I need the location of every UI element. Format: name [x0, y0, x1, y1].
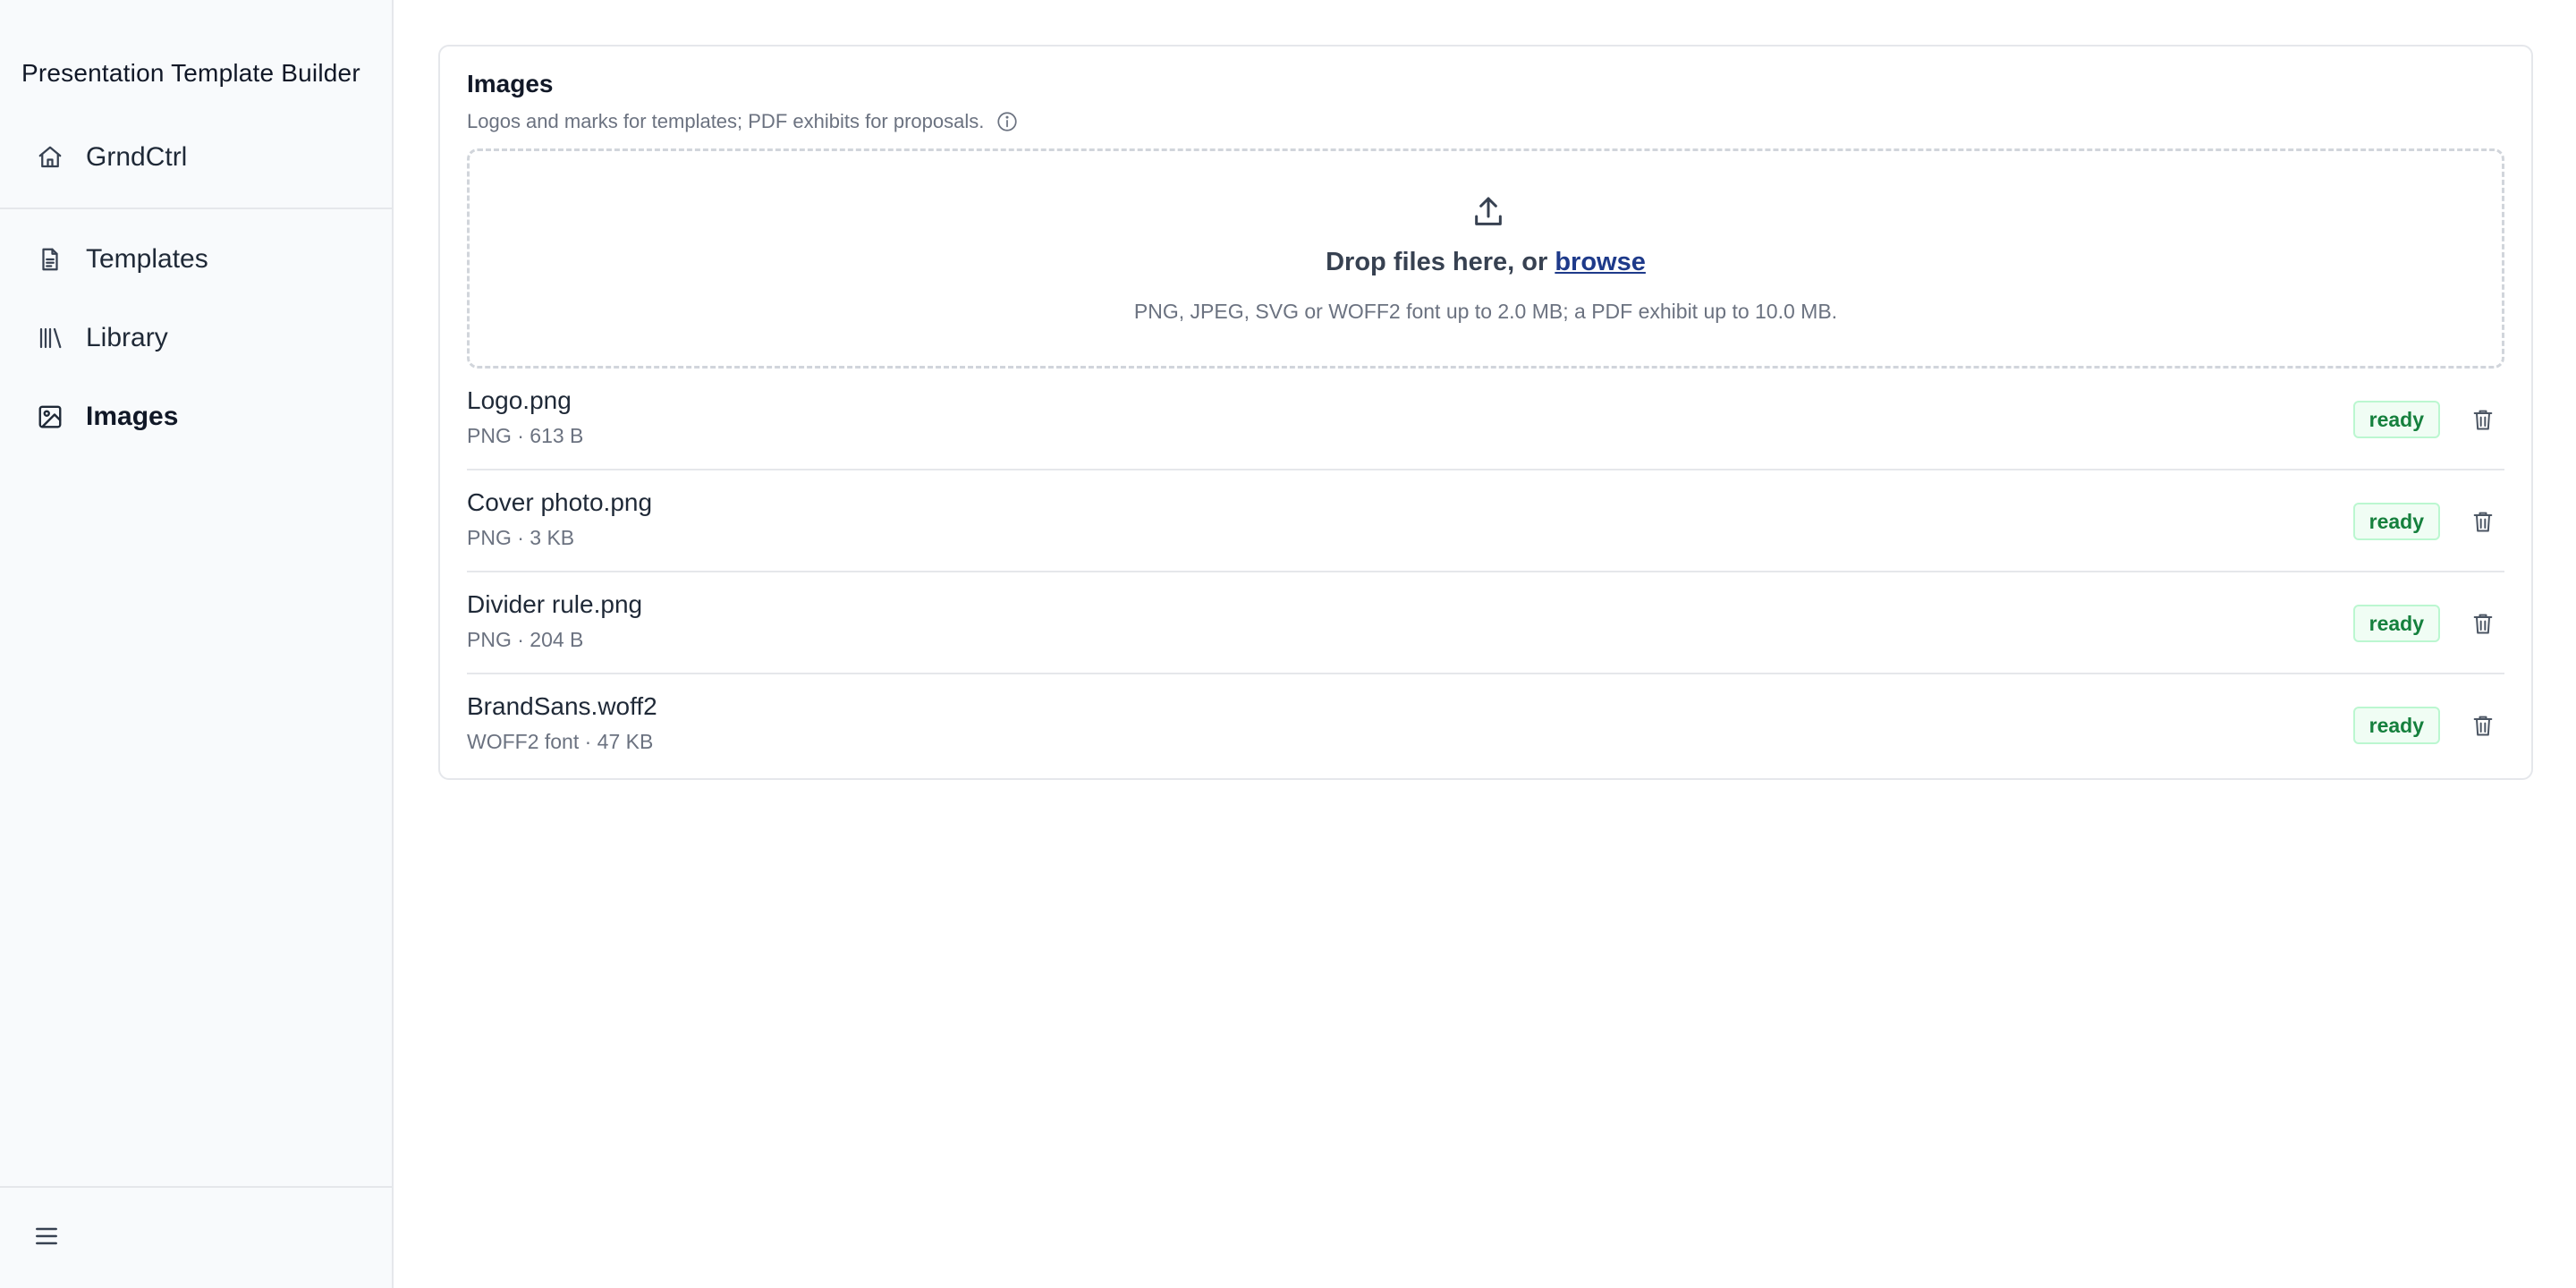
- trash-icon[interactable]: [2467, 606, 2499, 640]
- sidebar-item-label: Templates: [86, 244, 208, 274]
- file-meta: PNG · 204 B: [467, 628, 584, 651]
- card-subtitle: Logos and marks for templates; PDF exhib…: [467, 109, 1020, 134]
- upload-icon: [1470, 194, 1506, 230]
- sidebar-item-images[interactable]: Images: [36, 394, 376, 440]
- file-row: Logo.png PNG · 613 B ready: [467, 369, 2504, 470]
- file-name: BrandSans.woff2: [467, 692, 657, 720]
- status-badge: ready: [2352, 503, 2440, 540]
- status-badge: ready: [2352, 707, 2440, 744]
- sidebar-item-library[interactable]: Library: [36, 315, 376, 361]
- file-name: Divider rule.png: [467, 590, 643, 618]
- trash-icon[interactable]: [2467, 708, 2499, 742]
- file-row: Divider rule.png PNG · 204 B ready: [467, 572, 2504, 674]
- document-icon: [36, 245, 64, 274]
- home-icon: [36, 143, 64, 172]
- image-icon: [36, 402, 64, 431]
- hamburger-menu-icon[interactable]: [30, 1220, 63, 1252]
- sidebar-divider: [0, 1186, 392, 1188]
- status-badge: ready: [2352, 605, 2440, 642]
- app-title: Presentation Template Builder: [21, 59, 360, 87]
- library-icon: [36, 324, 64, 352]
- file-row: Cover photo.png PNG · 3 KB ready: [467, 470, 2504, 572]
- status-badge: ready: [2352, 401, 2440, 438]
- trash-icon[interactable]: [2467, 504, 2499, 538]
- dropzone-prompt: Drop files here, or browse: [470, 248, 2502, 277]
- trash-icon[interactable]: [2467, 402, 2499, 436]
- sidebar-item-label: Images: [86, 402, 179, 431]
- sidebar-item-workspace[interactable]: GrndCtrl: [36, 134, 376, 181]
- file-meta: PNG · 613 B: [467, 424, 584, 447]
- file-name: Logo.png: [467, 386, 572, 414]
- file-meta: WOFF2 font · 47 KB: [467, 730, 654, 753]
- file-dropzone[interactable]: Drop files here, or browse PNG, JPEG, SV…: [467, 148, 2504, 369]
- images-card: Images Logos and marks for templates; PD…: [438, 45, 2533, 780]
- sidebar: Presentation Template Builder GrndCtrl T…: [0, 0, 394, 1288]
- file-list: Logo.png PNG · 613 B ready Cover photo.p…: [467, 369, 2504, 776]
- page-title: Images: [467, 70, 554, 97]
- browse-link[interactable]: browse: [1555, 248, 1646, 276]
- dropzone-hint: PNG, JPEG, SVG or WOFF2 font up to 2.0 M…: [1133, 300, 1838, 323]
- file-meta: PNG · 3 KB: [467, 526, 575, 549]
- sidebar-item-label: GrndCtrl: [86, 142, 188, 172]
- sidebar-divider: [0, 208, 392, 209]
- file-name: Cover photo.png: [467, 488, 653, 516]
- sidebar-item-templates[interactable]: Templates: [36, 236, 376, 283]
- card-subtitle-text: Logos and marks for templates; PDF exhib…: [467, 110, 985, 132]
- file-row: BrandSans.woff2 WOFF2 font · 47 KB ready: [467, 674, 2504, 776]
- dropzone-prompt-text: Drop files here, or: [1326, 248, 1555, 276]
- info-icon[interactable]: [995, 109, 1020, 134]
- sidebar-item-label: Library: [86, 323, 168, 352]
